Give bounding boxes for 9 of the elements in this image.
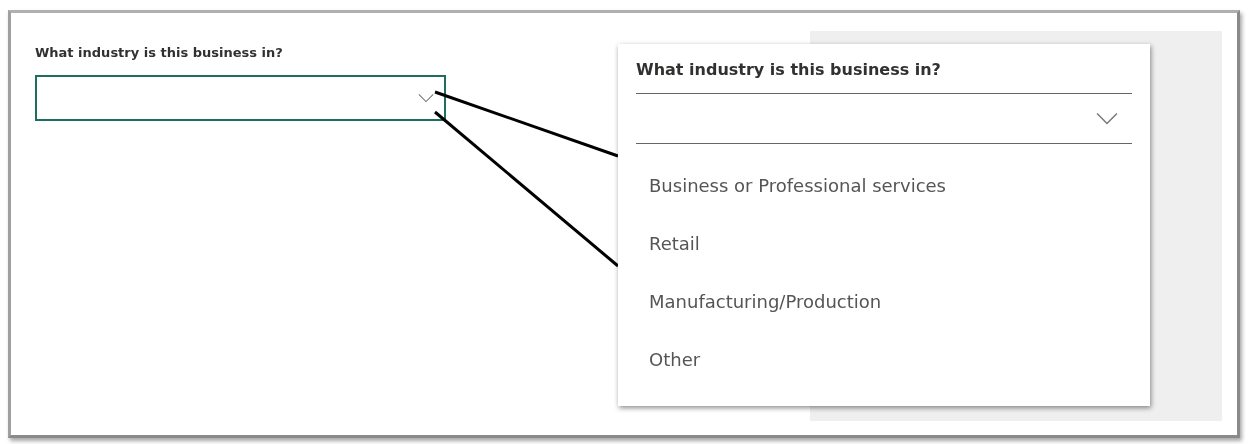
dropdown-option[interactable]: Business or Professional services — [636, 156, 946, 214]
industry-dropdown[interactable] — [35, 75, 446, 121]
chevron-down-icon — [1096, 112, 1118, 125]
question-label: What industry is this business in? — [636, 60, 942, 81]
question-label: What industry is this business in? — [35, 45, 284, 60]
dropdown-option[interactable]: Manufacturing/Production — [636, 272, 882, 330]
dropdown-option[interactable]: Other — [636, 330, 701, 388]
chevron-down-icon — [418, 93, 434, 103]
dropdown-option[interactable]: Retail — [636, 214, 700, 272]
